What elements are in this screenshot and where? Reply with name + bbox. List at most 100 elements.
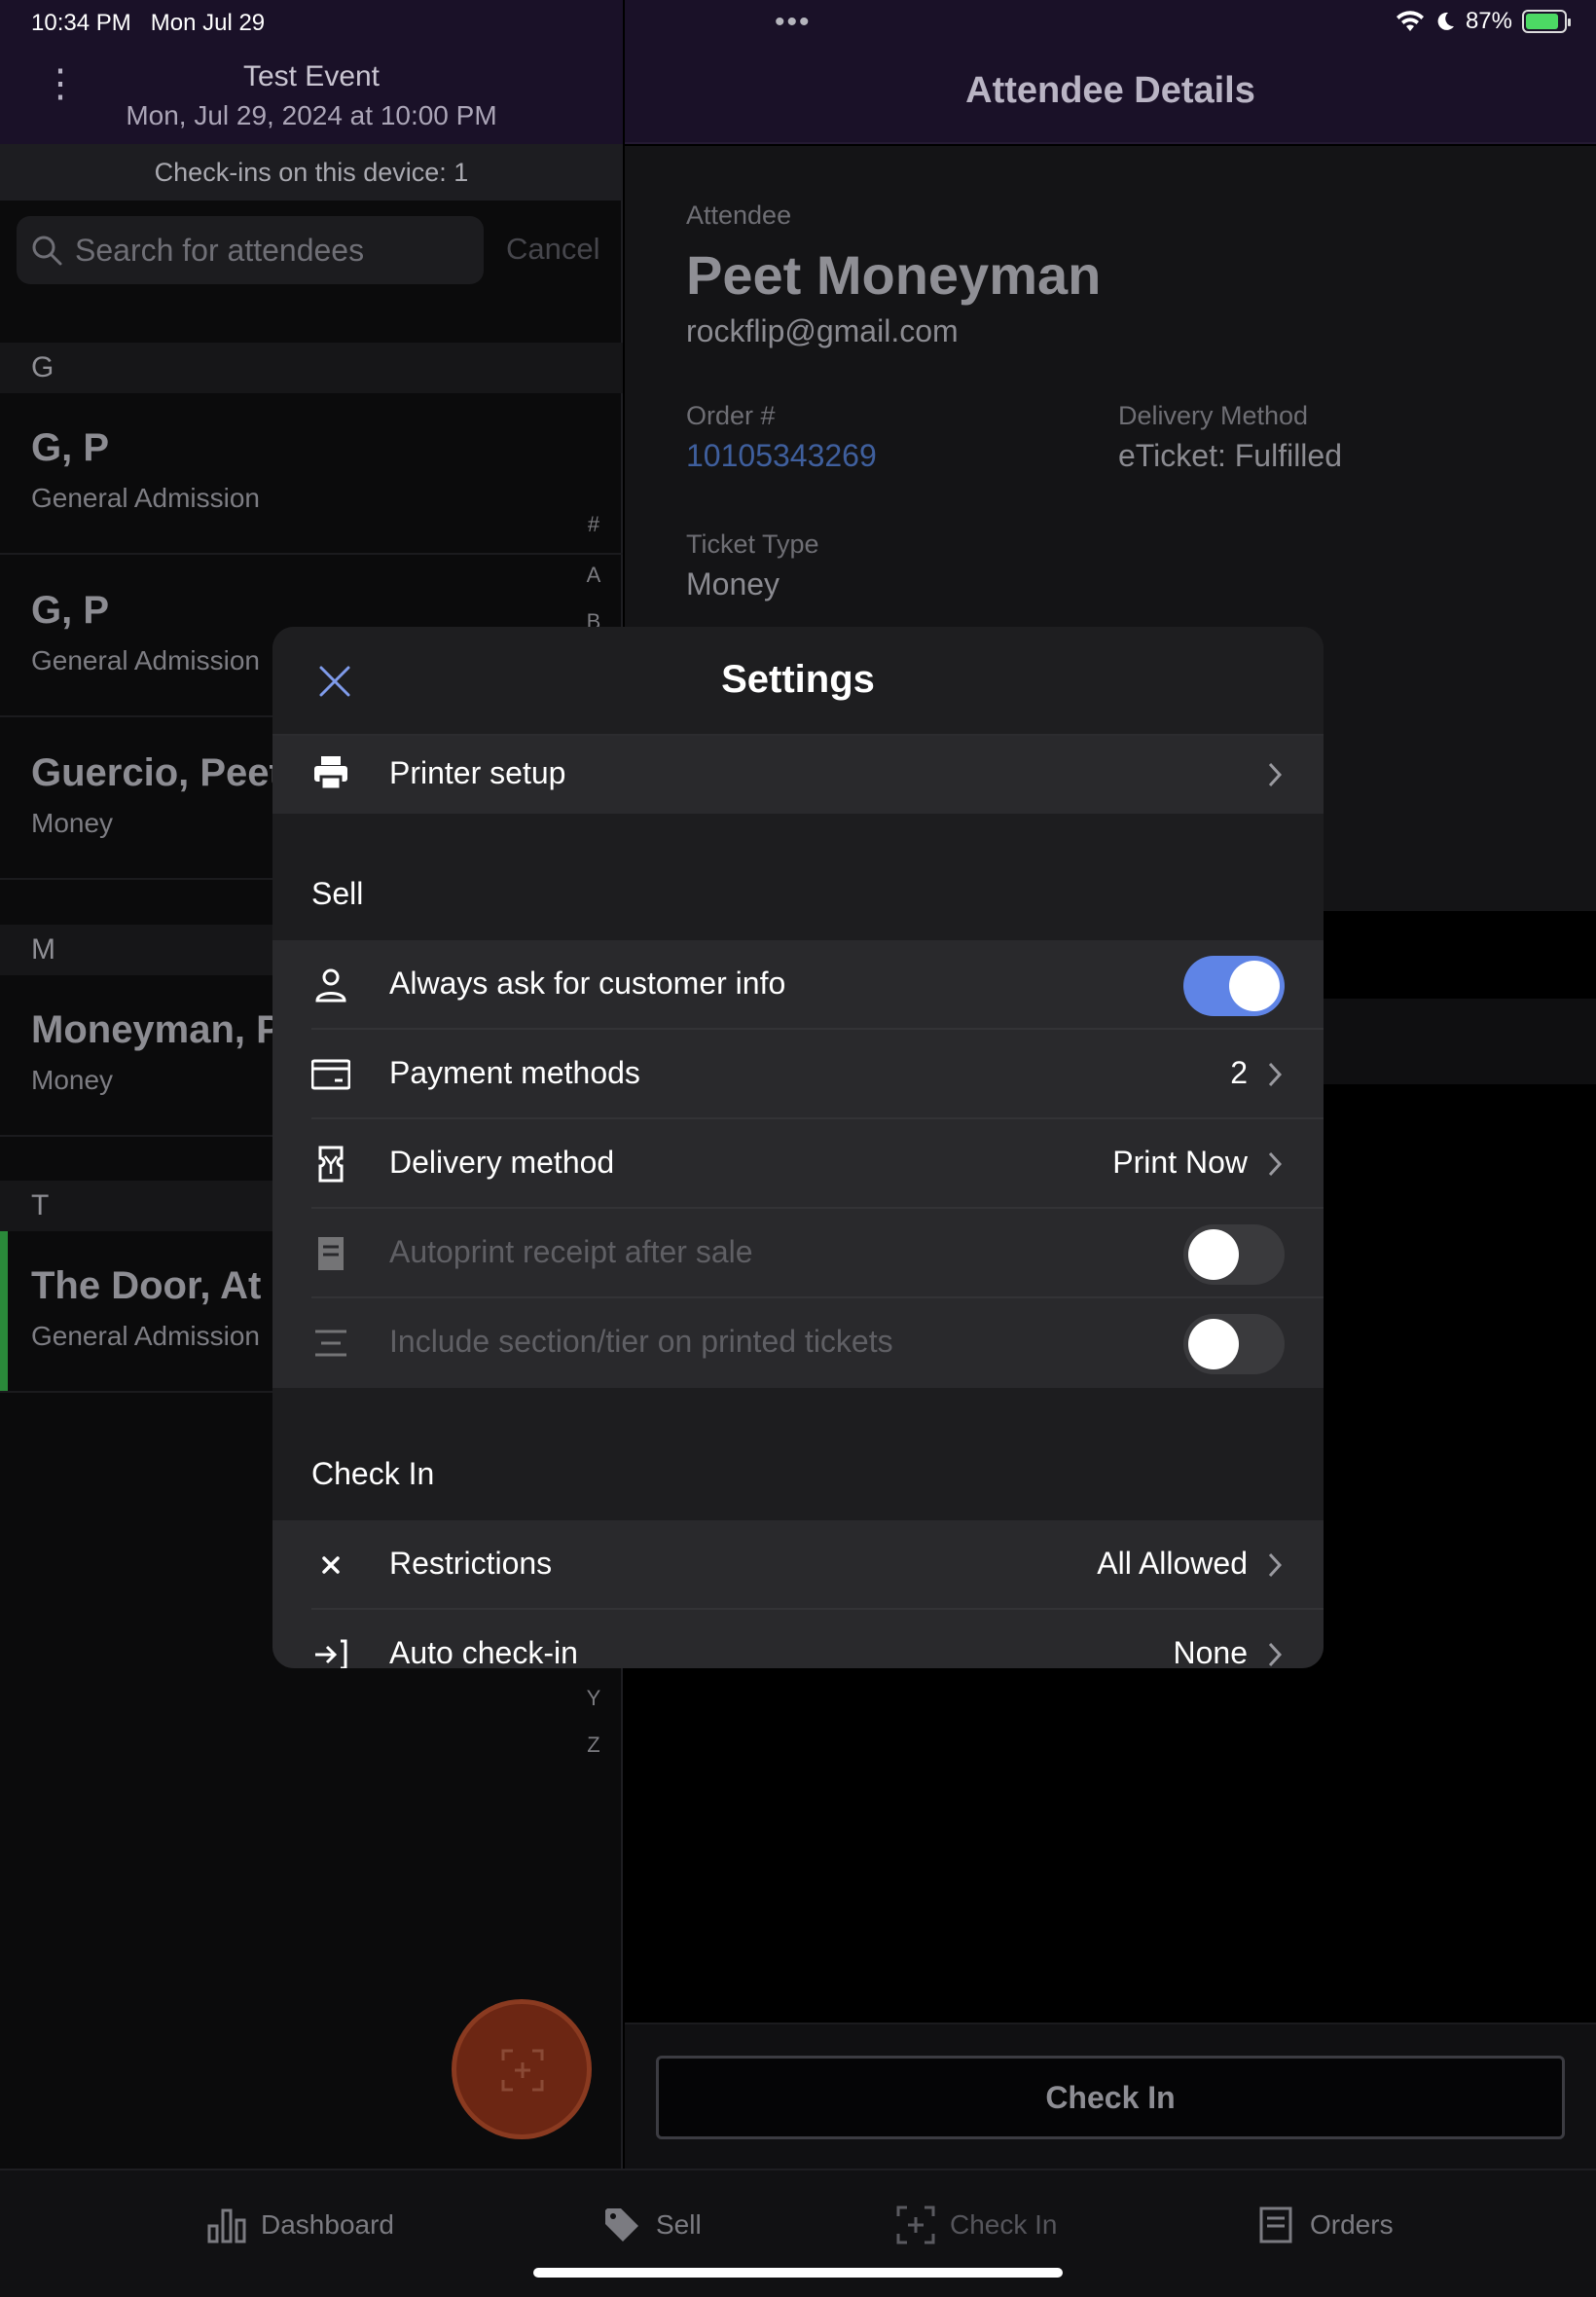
ticket-type: Money <box>31 808 114 838</box>
row-label: Printer setup <box>389 755 566 790</box>
delivery-method-value: eTicket: Fulfilled <box>1118 438 1342 473</box>
index-letter[interactable]: Y <box>580 1686 607 1711</box>
attendee-name: G, P <box>31 589 110 632</box>
status-indicators: 87% <box>1396 8 1571 35</box>
search-icon <box>32 236 62 266</box>
sell-section-label: Sell <box>311 876 364 911</box>
order-label: Order # <box>686 401 776 430</box>
include-section-tier-toggle[interactable] <box>1183 1314 1285 1374</box>
ticket-type-label: Ticket Type <box>686 529 819 559</box>
attendee-name: Guercio, Peet <box>31 751 282 794</box>
toggle-knob <box>1188 1319 1239 1369</box>
index-letter[interactable]: Z <box>580 1732 607 1758</box>
row-label: Always ask for customer info <box>389 966 786 1001</box>
ticket-type: Money <box>31 1065 114 1095</box>
row-label: Auto check-in <box>389 1635 578 1668</box>
search-input[interactable] <box>75 228 464 273</box>
receipt-icon <box>318 1237 344 1270</box>
check-in-section-label: Check In <box>311 1456 435 1491</box>
moon-icon <box>1437 12 1454 30</box>
toggle-knob <box>1188 1229 1239 1280</box>
scan-fab-button[interactable] <box>452 1999 592 2139</box>
multitasking-dots[interactable]: ••• <box>775 6 812 39</box>
auto-check-in-row[interactable]: Auto check-in None <box>272 1610 1324 1668</box>
autoprint-receipt-row: Autoprint receipt after sale <box>272 1209 1324 1298</box>
row-label: Include section/tier on printed tickets <box>389 1324 893 1359</box>
row-label: Payment methods <box>389 1055 640 1090</box>
orders-icon <box>1259 2206 1292 2243</box>
delivery-method-label: Delivery Method <box>1118 401 1309 430</box>
attendee-name: The Door, At <box>31 1264 262 1307</box>
ticket-type: General Admission <box>31 645 261 675</box>
toggle-knob <box>1229 961 1280 1011</box>
ticket-type: General Admission <box>31 1321 261 1351</box>
list-item[interactable]: G, P General Admission <box>0 393 623 555</box>
include-section-tier-row: Include section/tier on printed tickets <box>272 1298 1324 1388</box>
settings-title: Settings <box>721 658 875 701</box>
battery-level <box>1526 14 1559 29</box>
tab-dashboard[interactable]: Dashboard <box>206 2202 394 2248</box>
event-date: Mon, Jul 29, 2024 at 10:00 PM <box>126 100 497 130</box>
chevron-right-icon <box>1268 1642 1283 1667</box>
delivery-method-value: Print Now <box>1112 1145 1248 1180</box>
settings-header: Settings <box>272 627 1324 736</box>
always-ask-customer-info-row[interactable]: Always ask for customer info <box>272 940 1324 1030</box>
chevron-right-icon <box>1268 1151 1283 1177</box>
order-number-link[interactable]: 10105343269 <box>686 438 877 474</box>
payment-methods-row[interactable]: Payment methods 2 <box>272 1030 1324 1119</box>
row-label: Restrictions <box>389 1546 553 1581</box>
list-lines-icon <box>315 1330 346 1357</box>
tab-check-in[interactable]: Check In <box>895 2202 1058 2248</box>
scan-add-icon <box>501 2049 544 2092</box>
section-header-g: G <box>0 343 623 393</box>
ticket-icon <box>318 1146 344 1183</box>
row-label: Autoprint receipt after sale <box>389 1234 753 1269</box>
restrictions-value: All Allowed <box>1097 1546 1248 1581</box>
tab-label: Dashboard <box>261 2209 394 2240</box>
attendee-label: Attendee <box>686 201 792 230</box>
tab-label: Check In <box>950 2209 1058 2240</box>
credit-card-icon <box>311 1059 350 1090</box>
payment-methods-count: 2 <box>1230 1055 1248 1090</box>
ticket-type: General Admission <box>31 483 261 513</box>
chevron-right-icon <box>1268 1062 1283 1087</box>
delivery-method-row[interactable]: Delivery method Print Now <box>272 1119 1324 1209</box>
scan-icon <box>896 2206 935 2244</box>
tab-bar: Dashboard Sell Check In Orders <box>0 2169 1596 2297</box>
check-in-button[interactable]: Check In <box>656 2056 1565 2139</box>
index-letter[interactable]: # <box>580 512 607 537</box>
auto-check-in-value: None <box>1173 1635 1249 1668</box>
check-in-bar: Check In <box>625 2023 1596 2169</box>
checkins-count: Check-ins on this device: 1 <box>0 144 623 201</box>
status-bar: 10:34 PM Mon Jul 29 ••• 87% <box>0 0 1596 49</box>
battery-percent: 87% <box>1465 8 1512 34</box>
attendee-full-name: Peet Moneyman <box>686 244 1102 306</box>
attendee-name: Moneyman, Pe <box>31 1008 305 1051</box>
ticket-type-value: Money <box>686 566 780 602</box>
restrictions-row[interactable]: Restrictions All Allowed <box>272 1520 1324 1610</box>
chevron-right-icon <box>1268 1552 1283 1578</box>
search-box[interactable] <box>17 216 484 284</box>
customer-info-toggle[interactable] <box>1183 956 1285 1016</box>
printer-setup-row[interactable]: Printer setup <box>272 736 1324 814</box>
x-icon <box>322 1556 340 1574</box>
tab-label: Orders <box>1310 2209 1394 2240</box>
attendee-email: rockflip@gmail.com <box>686 313 959 348</box>
tag-icon <box>605 2208 638 2242</box>
home-indicator[interactable] <box>533 2268 1063 2278</box>
details-title: Attendee Details <box>965 70 1255 111</box>
tab-sell[interactable]: Sell <box>601 2202 702 2248</box>
index-letter[interactable]: A <box>580 563 607 588</box>
chevron-right-icon <box>1268 762 1283 787</box>
autoprint-receipt-toggle[interactable] <box>1183 1224 1285 1285</box>
status-time: 10:34 PM Mon Jul 29 <box>31 10 266 36</box>
battery-charging-icon <box>1522 10 1571 33</box>
tab-label: Sell <box>656 2209 702 2240</box>
wifi-icon <box>1396 11 1424 31</box>
person-icon <box>315 968 346 1003</box>
tab-orders[interactable]: Orders <box>1255 2202 1394 2248</box>
cancel-search-button[interactable]: Cancel <box>506 232 600 267</box>
attendee-name: G, P <box>31 426 110 469</box>
bar-chart-icon <box>207 2208 246 2243</box>
enter-icon <box>315 1639 347 1668</box>
